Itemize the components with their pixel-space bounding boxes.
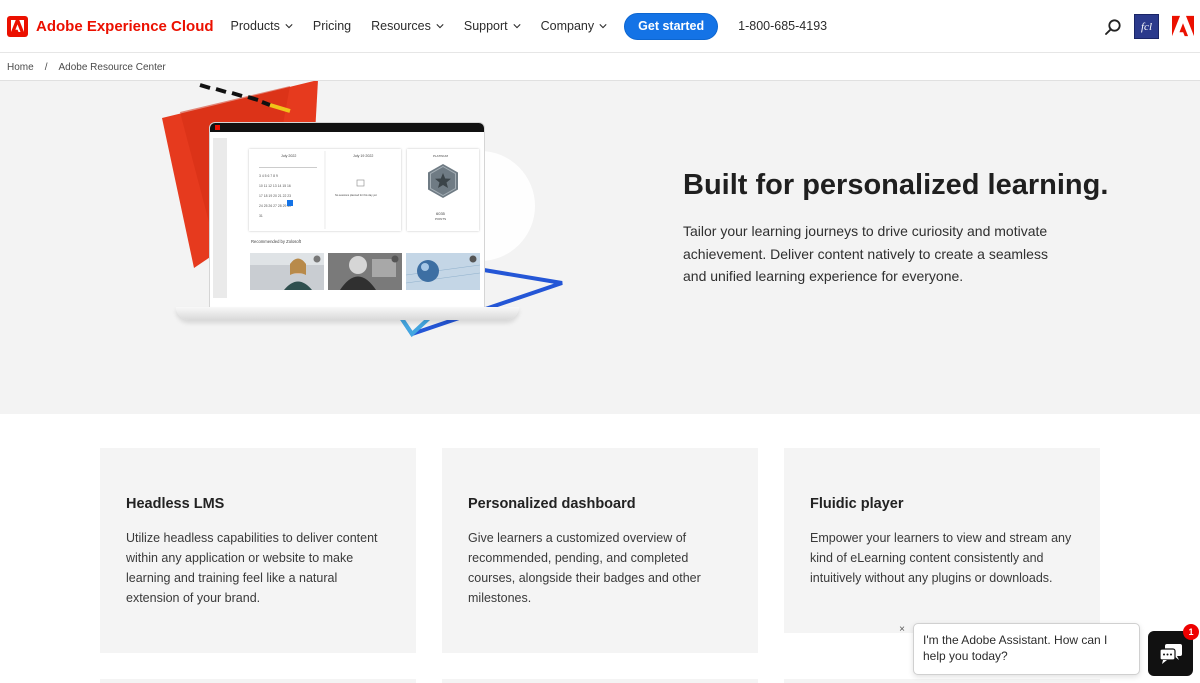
calendar-card: July 2022 July 19 2022 No sessions plann… [249, 149, 401, 231]
chevron-down-icon [285, 24, 293, 29]
card-body: Give learners a customized overview of r… [468, 531, 701, 605]
feature-card-headless-lms: Headless LMS Utilize headless capabiliti… [100, 448, 416, 653]
hero-title: Built for personalized learning. [683, 169, 1109, 201]
top-navigation: Adobe Experience Cloud Products Pricing … [0, 0, 1200, 53]
chat-close-button[interactable]: × [896, 623, 908, 635]
phone-number[interactable]: 1-800-685-4193 [738, 19, 827, 33]
chat-message[interactable]: I'm the Adobe Assistant. How can I help … [913, 623, 1140, 675]
main-nav: Products Pricing Resources Support Compa… [231, 12, 827, 40]
breadcrumb: Home / Adobe Resource Center [0, 54, 1200, 81]
badge-level: PLATINUM [433, 154, 448, 158]
card-body: Utilize headless capabilities to deliver… [126, 531, 378, 605]
adobe-logo-icon[interactable] [1172, 15, 1194, 37]
points-label: POINTS [435, 217, 447, 221]
recommended-heading: Recommended by Zolosoft [251, 239, 302, 244]
hero-description: Tailor your learning journeys to drive c… [683, 223, 1048, 284]
chevron-down-icon [436, 24, 444, 29]
app-sidebar [213, 138, 227, 298]
laptop-base [176, 307, 519, 320]
feature-card-next [784, 679, 1100, 683]
breadcrumb-home[interactable]: Home [7, 62, 34, 73]
course-thumbnail[interactable] [328, 253, 402, 290]
adobe-logo-icon [7, 15, 28, 37]
feature-card-fluidic-player: Fluidic player Empower your learners to … [784, 448, 1100, 633]
brand-name: Adobe Experience Cloud [36, 17, 214, 35]
nav-resources-label: Resources [371, 19, 431, 33]
nav-company[interactable]: Company [541, 19, 608, 33]
card-title: Fluidic player [810, 496, 904, 512]
user-avatar[interactable]: fcl [1134, 14, 1159, 39]
course-thumbnail[interactable] [406, 253, 480, 290]
card-title: Personalized dashboard [468, 496, 636, 512]
app-titlebar [210, 123, 484, 132]
nav-products[interactable]: Products [231, 19, 293, 33]
chevron-down-icon [599, 24, 607, 29]
nav-products-label: Products [230, 19, 280, 33]
svg-text:24 25 26 27 28 29 30: 24 25 26 27 28 29 30 [259, 204, 291, 208]
chat-icon [1158, 643, 1182, 664]
calendar-grid: 3 4 5 6 7 8 9 10 11 12 13 14 15 16 17 18… [259, 151, 365, 229]
card-title: Headless LMS [126, 496, 225, 512]
points-value: 6035 [436, 211, 445, 216]
nav-support-label: Support [463, 19, 508, 33]
svg-text:3 4 5 6 7 8 9: 3 4 5 6 7 8 9 [259, 174, 278, 178]
get-started-button[interactable]: Get started [624, 12, 719, 40]
search-icon[interactable] [1104, 18, 1122, 36]
svg-text:31: 31 [259, 214, 263, 218]
star-badge-icon [428, 164, 458, 198]
feature-card-next [100, 679, 416, 683]
card-body: Empower your learners to view and stream… [810, 531, 1072, 585]
svg-text:17 18 19 20 21 22 23: 17 18 19 20 21 22 23 [259, 194, 291, 198]
nav-support[interactable]: Support [464, 19, 521, 33]
feature-card-next [442, 679, 758, 683]
badge-card: PLATINUM 6035 POINTS [407, 149, 479, 231]
nav-pricing-label: Pricing [312, 19, 352, 33]
nav-resources[interactable]: Resources [371, 19, 444, 33]
breadcrumb-current: Adobe Resource Center [58, 61, 166, 73]
laptop-screen: July 2022 July 19 2022 No sessions plann… [209, 122, 485, 308]
nav-pricing[interactable]: Pricing [313, 19, 351, 33]
chevron-down-icon [513, 24, 521, 29]
nav-company-label: Company [540, 19, 595, 33]
feature-card-personalized-dashboard: Personalized dashboard Give learners a c… [442, 448, 758, 653]
course-thumbnail[interactable] [250, 253, 324, 290]
brand-link[interactable]: Adobe Experience Cloud [7, 15, 214, 37]
hero-section: July 2022 July 19 2022 No sessions plann… [0, 81, 1200, 414]
breadcrumb-separator: / [44, 61, 48, 73]
chat-notification-badge: 1 [1183, 624, 1199, 640]
svg-text:10 11 12 13 14 15 16: 10 11 12 13 14 15 16 [259, 184, 291, 188]
